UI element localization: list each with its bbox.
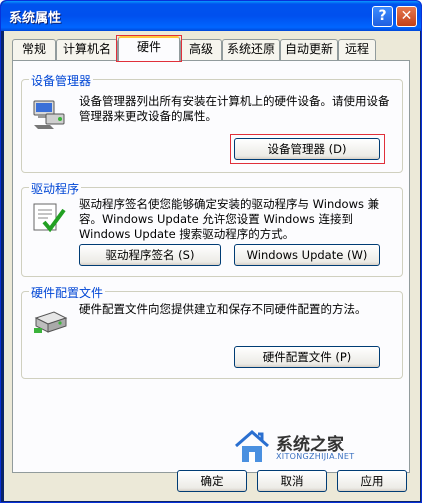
drivers-description: 驱动程序签名使您能够确定安装的驱动程序与 Windows 兼容。Windows … (79, 197, 380, 241)
cancel-button[interactable]: 取消 (257, 470, 327, 492)
hardware-profiles-group-title: 硬件配置文件 (29, 284, 106, 301)
tab-general[interactable]: 常规 (12, 39, 56, 60)
title-bar[interactable]: 系统属性 ? ✕ (1, 1, 421, 31)
help-button[interactable]: ? (372, 6, 393, 27)
hardware-profiles-description: 硬件配置文件向您提供建立和保存不同硬件配置的方法。 (79, 302, 367, 316)
tab-remote[interactable]: 远程 (338, 39, 376, 60)
close-button[interactable]: ✕ (396, 6, 417, 27)
house-logo-icon (235, 430, 269, 462)
device-manager-icon (33, 100, 65, 129)
watermark-url: XITONGZHIJIA.NET (276, 452, 355, 461)
tab-computer-name[interactable]: 计算机名 (56, 39, 118, 60)
windows-update-button[interactable]: Windows Update (W) (234, 244, 380, 266)
driver-signing-button[interactable]: 驱动程序签名 (S) (79, 244, 221, 266)
device-manager-description: 设备管理器列出所有安装在计算机上的硬件设备。请使用设备管理器来更改设备的属性。 (79, 94, 390, 123)
ok-button[interactable]: 确定 (177, 470, 247, 492)
device-manager-group-title: 设备管理器 (29, 72, 94, 89)
window-title: 系统属性 (9, 11, 62, 26)
tab-advanced[interactable]: 高级 (180, 39, 222, 60)
hardware-profile-icon (34, 311, 68, 333)
tab-hardware[interactable]: 硬件 (118, 36, 180, 61)
drivers-group-title: 驱动程序 (29, 180, 82, 197)
tab-automatic-updates[interactable]: 自动更新 (280, 39, 338, 60)
system-properties-window: 系统属性 ? ✕ 常规 计算机名 硬件 高级 系统还原 自动更新 远程 设备管理… (0, 0, 422, 503)
hardware-profiles-group: 硬件配置文件 硬件配置文件向您提供建立和保存不同硬件配置的方法。 硬件配置文件 … (21, 284, 403, 379)
tab-system-restore[interactable]: 系统还原 (222, 39, 280, 60)
driver-signing-icon (33, 203, 66, 233)
hardware-profiles-button[interactable]: 硬件配置文件 (P) (234, 346, 380, 368)
site-watermark: 系统之家 XITONGZHIJIA.NET (232, 428, 392, 468)
device-manager-group: 设备管理器 设备管理器列出所有安装在计算机上的硬件设备。请使用设备管理器来更改设… (21, 72, 403, 173)
tab-panel-hardware: 设备管理器 设备管理器列出所有安装在计算机上的硬件设备。请使用设备管理器来更改设… (12, 60, 410, 473)
drivers-group: 驱动程序 驱动程序签名使您能够确定安装的驱动程序与 Windows 兼容。Win… (21, 180, 403, 277)
device-manager-button[interactable]: 设备管理器 (D) (234, 138, 380, 160)
apply-button[interactable]: 应用 (337, 470, 407, 492)
